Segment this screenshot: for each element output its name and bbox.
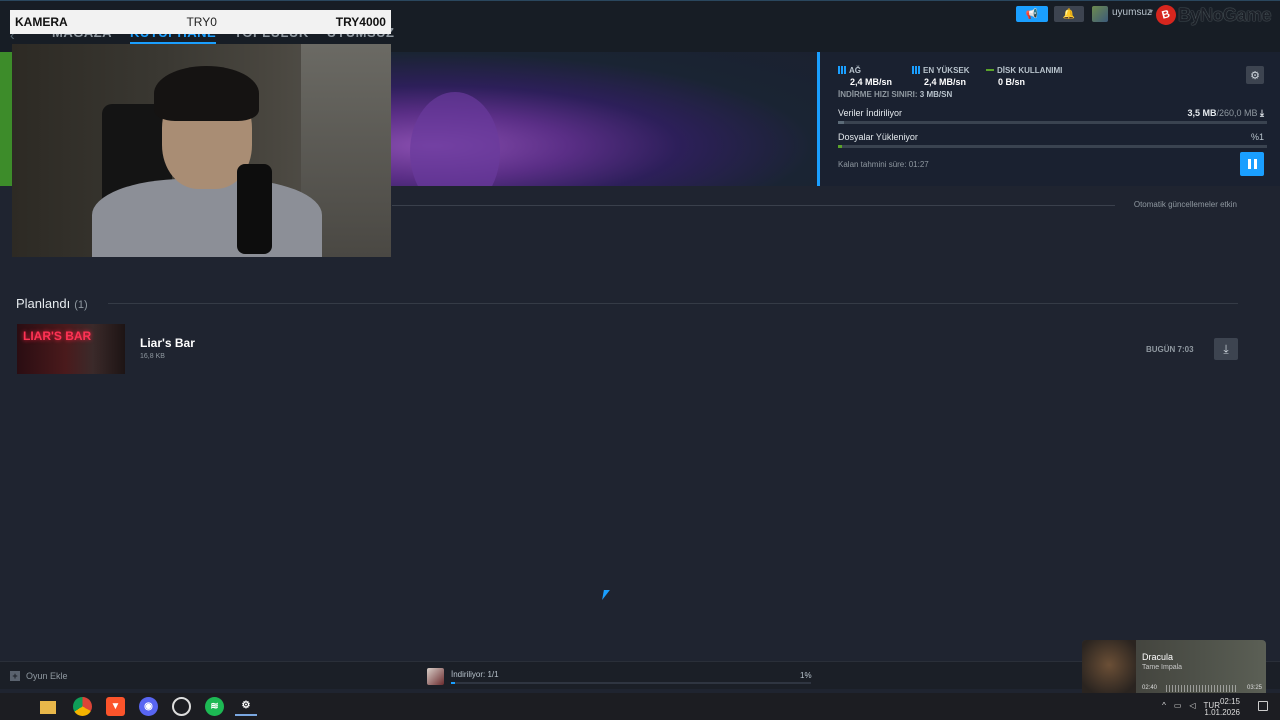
account-username[interactable]: uyumsuz xyxy=(1112,7,1152,18)
track-artist: Tame Impala xyxy=(1142,664,1183,671)
camera-goal-target: TRY4000 xyxy=(335,15,386,29)
network-icon[interactable]: ▭ xyxy=(1174,701,1182,710)
steam-icon[interactable]: ⚙ xyxy=(235,697,257,716)
add-game-button[interactable]: + Oyun Ekle xyxy=(10,671,68,681)
bynogame-logo: B ByNoGame xyxy=(1153,2,1278,28)
game-thumbnail[interactable]: LIAR'S BAR xyxy=(17,324,125,374)
clock[interactable]: 02:15 1.01.2026 xyxy=(1204,696,1240,718)
download-settings-button[interactable]: ⚙ xyxy=(1246,66,1264,84)
brave-icon[interactable]: ▼ xyxy=(106,697,125,716)
webcam-feed xyxy=(12,44,391,257)
pause-button[interactable] xyxy=(1240,152,1264,176)
brand-mark: B xyxy=(1153,2,1179,28)
network-bars-icon xyxy=(838,66,846,74)
download-icon: ⤓ xyxy=(1223,341,1229,356)
network-stat: AĞ 2,4 MB/sn xyxy=(838,66,892,87)
track-duration: 03:25 xyxy=(1246,685,1262,691)
status-progress-bar xyxy=(451,682,811,684)
spotify-icon[interactable]: ≋ xyxy=(205,697,224,716)
peak-value: 2,4 MB/sn xyxy=(924,77,967,87)
camera-overlay-bar: KAMERA TRY0 TRY4000 xyxy=(10,10,391,34)
download-now-button[interactable]: ⤓ xyxy=(1214,338,1238,360)
camera-label: KAMERA xyxy=(15,15,68,29)
install-row-label: Dosyalar Yükleniyor xyxy=(838,132,918,142)
divider xyxy=(392,205,1115,206)
download-row-label: Veriler İndiriliyor xyxy=(838,108,903,118)
chevron-down-icon[interactable]: ▾ xyxy=(1149,7,1153,16)
volume-icon[interactable]: ◁ xyxy=(1189,701,1195,710)
scheduled-time: BUGÜN 7:03 xyxy=(1146,345,1194,354)
file-explorer-icon[interactable] xyxy=(40,701,56,714)
gear-icon: ⚙ xyxy=(1250,69,1260,82)
status-percent: 1% xyxy=(800,671,812,680)
download-row-value: 3,5 MB/260,0 MB ⤓ xyxy=(1187,108,1264,118)
downloading-status[interactable]: İndiriliyor: 1/1 xyxy=(451,670,499,679)
network-value: 2,4 MB/sn xyxy=(850,77,893,87)
notifications-button[interactable]: 🔔 xyxy=(1054,6,1084,22)
waveform xyxy=(1166,685,1236,692)
track-elapsed: 02:40 xyxy=(1142,685,1158,691)
auto-update-text: Otomatik güncellemeler etkin xyxy=(1133,200,1237,209)
downloading-game-thumbnail[interactable] xyxy=(427,668,444,685)
bell-icon: 🔔 xyxy=(1062,8,1076,20)
download-progress-bar xyxy=(838,121,1267,124)
game-size: 16,8 KB xyxy=(140,353,165,360)
disk-value: 0 B/sn xyxy=(998,77,1026,87)
disk-line-icon xyxy=(986,69,994,71)
avatar[interactable] xyxy=(1092,6,1108,22)
windows-taskbar: ▼ ◉ ≋ ⚙ ^ ▭ ◁ TUR 02:15 1.01.2026 xyxy=(0,693,1280,720)
chrome-icon[interactable] xyxy=(73,697,92,716)
game-name[interactable]: Liar's Bar xyxy=(140,336,195,350)
download-arrow-icon: ⤓ xyxy=(1260,108,1264,118)
disk-stat: DİSK KULLANIMI 0 B/sn xyxy=(986,66,1062,87)
track-title: Dracula xyxy=(1142,652,1174,662)
divider xyxy=(108,303,1238,304)
obs-icon[interactable] xyxy=(172,697,191,716)
plus-icon: + xyxy=(10,671,20,681)
install-progress-bar xyxy=(838,145,1267,148)
brand-text: ByNoGame xyxy=(1178,4,1272,25)
chevron-up-icon[interactable]: ^ xyxy=(1162,701,1166,710)
camera-goal-current: TRY0 xyxy=(186,15,217,29)
discord-icon[interactable]: ◉ xyxy=(139,697,158,716)
eta-text: Kalan tahmini süre: 01:27 xyxy=(838,160,929,169)
scheduled-game-row[interactable]: LIAR'S BAR Liar's Bar 16,8 KB BUGÜN 7:03… xyxy=(16,323,1240,375)
mouse-cursor-icon xyxy=(602,590,610,600)
peak-stat: EN YÜKSEK 2,4 MB/sn xyxy=(912,66,970,87)
megaphone-icon: 📢 xyxy=(1025,8,1039,20)
install-row-value: %1 xyxy=(1250,132,1264,142)
peak-bars-icon xyxy=(912,66,920,74)
notification-center-icon[interactable] xyxy=(1258,701,1268,711)
scheduled-section-title: Planlandı (1) xyxy=(16,296,88,311)
download-stats-panel: AĞ 2,4 MB/sn EN YÜKSEK 2,4 MB/sn DİSK KU… xyxy=(817,52,1280,186)
announcements-button[interactable]: 📢 xyxy=(1016,6,1048,22)
speed-limit: İNDİRME HIZI SINIRI: 3 MB/sn xyxy=(838,90,953,99)
windows-start-icon[interactable] xyxy=(8,700,21,713)
